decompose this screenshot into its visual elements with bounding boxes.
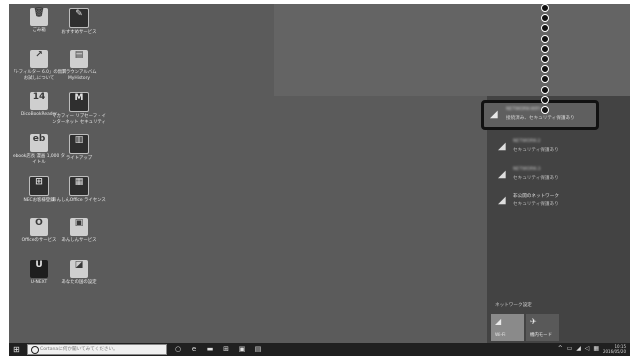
network-settings-link[interactable]: ネットワーク設定 (495, 302, 532, 308)
shortcut-glyph: ▦ (74, 177, 84, 187)
desktop-icon[interactable]: ▦ あんしんOffice ライセンス (51, 176, 107, 204)
desktop-icon-label: ライトアップ (65, 156, 93, 161)
wifi-signal-icon: ◢ (490, 109, 498, 120)
airplane-icon: ✈ (530, 317, 537, 326)
desktop-icon-label: あんしんOffice ライセンス (52, 198, 106, 203)
shortcut-glyph: ▥ (74, 135, 84, 145)
shortcut-glyph: ↗ (35, 50, 43, 60)
clock[interactable]: 10:15 2016/05/20 (603, 344, 626, 354)
desktop-icon[interactable]: M マカフィー リブセーフ - インターネット セキュリティ (51, 92, 107, 125)
shortcut-glyph: ◪ (74, 260, 84, 270)
shortcut-glyph: U (35, 260, 43, 270)
taskbar: ⊞ ○ e ▬ ⊞ ▣ ▤ ^ ▭ ◢ ◁ ▦ 10:15 2016/05/20 (9, 343, 630, 356)
shortcut-glyph: O (35, 218, 43, 228)
task-view-icon[interactable]: ○ (173, 345, 183, 354)
wifi-icon: ◢ (495, 317, 502, 326)
airplane-mode-tile[interactable]: ✈ 機内モード (526, 314, 559, 341)
app-icon[interactable]: ▤ (253, 345, 263, 354)
wifi-signal-icon: ◢ (498, 169, 506, 180)
wifi-toggle-tile[interactable]: ◢ Wi-Fi (491, 314, 524, 341)
callout-dotted-line (540, 4, 550, 114)
desktop-icon[interactable]: ◪ あなたの国の設定 (51, 260, 107, 286)
desktop-icon-label: あなたの国の設定 (61, 280, 97, 285)
app-shortcut-icon: ⊞ (29, 176, 49, 196)
app-shortcut-icon: ▦ (69, 176, 89, 196)
desktop-icon[interactable]: ✎ おすすめサービス (51, 8, 107, 36)
shortcut-glyph: ✎ (75, 9, 83, 19)
desktop-icon[interactable]: ▣ あんしんサービス (51, 218, 107, 244)
desktop-icon-label: ブラウンアルバム MyHistory (61, 70, 97, 81)
desktop-icon-label: マカフィー リブセーフ - インターネット セキュリティ (52, 114, 106, 125)
app-shortcut-icon: ↗ (30, 50, 48, 68)
desktop-icon-label: あんしんサービス (61, 238, 97, 243)
app-shortcut-icon: U (30, 260, 48, 278)
app-icon[interactable]: ▣ (237, 345, 247, 354)
shortcut-glyph: ▤ (74, 50, 84, 60)
shortcut-glyph: ▣ (74, 218, 84, 228)
edge-browser-icon[interactable]: e (189, 345, 199, 354)
shortcut-glyph: eb (32, 134, 46, 144)
app-shortcut-icon: M (69, 92, 89, 112)
app-shortcut-icon: ▣ (70, 218, 88, 236)
shortcut-glyph: 14 (32, 92, 46, 102)
wifi-signal-icon: ◢ (498, 141, 506, 152)
app-shortcut-icon: O (30, 218, 48, 236)
desktop-screen: 🗑 ごみ箱 ✎ おすすめサービス ↗ 「i-フィルター 6.0」の無料 お試しについて ▤ ブ… (9, 4, 630, 356)
network-flyout: ◢ NETWORK-2 セキュリティ保護あり ◢ NETWORK-3 セキュリテ… (487, 96, 630, 343)
cortana-icon (31, 346, 39, 354)
app-shortcut-icon: ✎ (69, 8, 89, 28)
app-shortcut-icon: 🗑 (30, 8, 48, 26)
cortana-search-box[interactable] (27, 344, 167, 355)
network-item[interactable]: ◢ NETWORK-2 セキュリティ保護あり (495, 136, 623, 158)
desktop-icon[interactable]: ▤ ブラウンアルバム MyHistory (51, 50, 107, 81)
network-item[interactable]: ◢ NETWORK-3 セキュリティ保護あり (495, 164, 623, 186)
highlighted-network-item[interactable]: ◢ NETWORK-WIFI 接続済み、セキュリティ保護あり (481, 100, 599, 130)
search-input[interactable] (40, 345, 164, 354)
desktop-icon-label: おすすめサービス (61, 30, 97, 35)
app-shortcut-icon: ◪ (70, 260, 88, 278)
file-explorer-icon[interactable]: ▬ (205, 345, 215, 354)
app-shortcut-icon: eb (30, 134, 48, 152)
store-icon[interactable]: ⊞ (221, 345, 231, 354)
windows-start-icon[interactable]: ⊞ (13, 345, 20, 354)
shortcut-glyph: 🗑 (33, 8, 45, 18)
app-shortcut-icon: ▤ (70, 50, 88, 68)
shortcut-glyph: ⊞ (35, 177, 43, 187)
desktop-icon[interactable]: ▥ ライトアップ (51, 134, 107, 162)
network-item[interactable]: ◢ 非公開のネットワーク セキュリティ保護あり (495, 190, 623, 212)
wallpaper-band (274, 4, 630, 96)
app-shortcut-icon: 14 (30, 92, 48, 110)
system-tray-icons[interactable]: ^ ▭ ◢ ◁ ▦ (558, 345, 600, 352)
wifi-signal-icon: ◢ (498, 195, 506, 206)
shortcut-glyph: M (74, 93, 84, 103)
app-shortcut-icon: ▥ (69, 134, 89, 154)
